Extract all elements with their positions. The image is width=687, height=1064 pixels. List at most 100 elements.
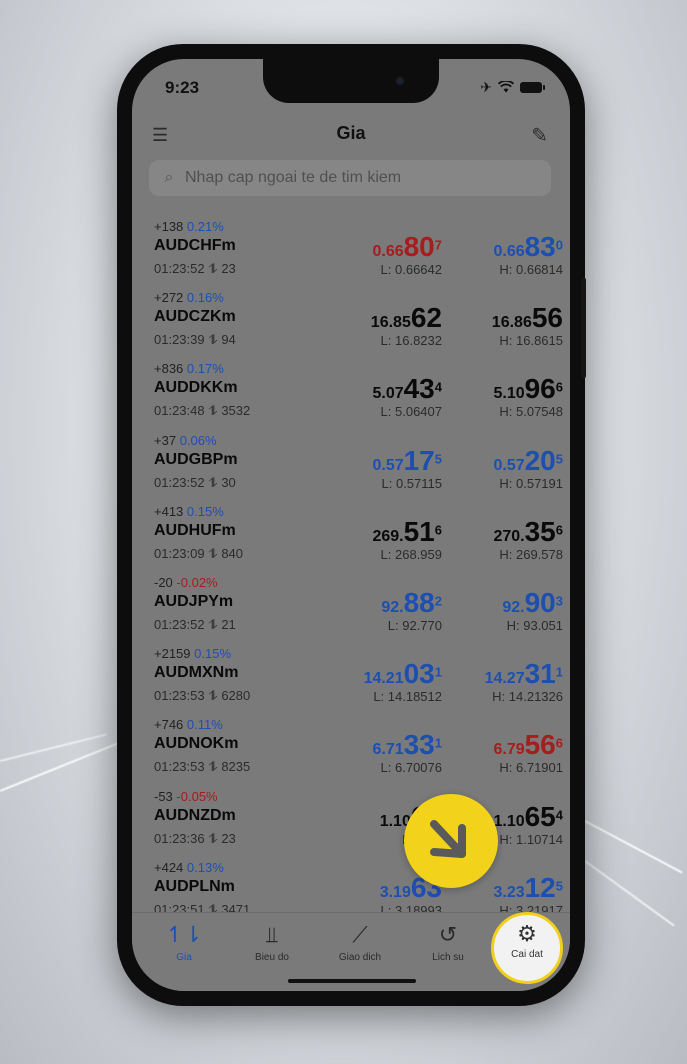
ask-price[interactable]: 92.903 <box>449 587 563 619</box>
low-price: L: 0.57115 <box>381 475 442 491</box>
bid-price[interactable]: 0.66807 <box>328 231 442 263</box>
bid-big-digits: 33 <box>403 729 435 761</box>
spread-icon: ⥮ <box>208 261 218 276</box>
bid-price[interactable]: 14.21031 <box>328 658 442 690</box>
search-bar[interactable]: ⌕ <box>149 160 551 196</box>
ask-price[interactable]: 16.8656 <box>449 302 563 334</box>
bid-pip-digit: 4 <box>434 380 442 396</box>
quote-row[interactable]: -53 -0.05% AUDNZDm 01:23:36 ⥮ 23 1.1063 … <box>132 787 570 858</box>
change-points: +138 <box>154 219 184 234</box>
quote-time: 01:23:52 <box>154 616 205 632</box>
quote-time: 01:23:39 <box>154 332 205 348</box>
low-price: L: 268.959 <box>380 546 442 562</box>
tab-settings-label: Cai dat <box>511 949 543 960</box>
tab-history[interactable]: ↺ Lich su <box>408 921 488 963</box>
ask-big-digits: 96 <box>524 373 556 405</box>
quote-row[interactable]: +37 0.06% AUDGBPm 01:23:52 ⥮ 30 0.57175 … <box>132 431 570 502</box>
ask-big-digits: 56 <box>524 729 556 761</box>
ask-price[interactable]: 270.356 <box>449 516 563 548</box>
high-price: H: 16.8615 <box>499 333 563 349</box>
time-spread: 01:23:52 ⥮ 21 <box>154 617 236 633</box>
ask-small-digits: 14.27 <box>484 670 525 688</box>
low-price: L: 3.18993 <box>380 902 442 912</box>
ask-big-digits: 12 <box>524 871 556 903</box>
low-price: L: 5.06407 <box>380 404 442 420</box>
low-price: L: 16.8232 <box>380 333 442 349</box>
quote-row[interactable]: +413 0.15% AUDHUFm 01:23:09 ⥮ 840 269.51… <box>132 502 570 573</box>
ask-pip-digit: 6 <box>555 735 563 751</box>
high-price: H: 6.71901 <box>499 760 563 776</box>
ask-small-digits: 0.57 <box>493 456 525 474</box>
change-points: +272 <box>154 290 184 306</box>
bid-price[interactable]: 92.882 <box>328 587 442 619</box>
ask-small-digits: 16.86 <box>491 314 532 332</box>
change-line: -20 -0.02% <box>154 575 218 590</box>
ask-price[interactable]: 0.66830 <box>449 231 563 263</box>
ask-small-digits: 270. <box>493 527 525 545</box>
ask-price[interactable]: 6.79566 <box>449 729 563 761</box>
quote-row[interactable]: -20 -0.02% AUDJPYm 01:23:52 ⥮ 21 92.882 … <box>132 573 570 644</box>
ask-price[interactable]: 0.57205 <box>449 445 563 477</box>
time-spread: 01:23:48 ⥮ 3532 <box>154 403 250 419</box>
bid-big-digits: 43 <box>403 373 435 405</box>
edit-pencil-icon[interactable]: ✎ <box>531 123 548 148</box>
ask-small-digits: 1.10 <box>493 812 525 830</box>
airplane-icon: ✈ <box>480 79 492 95</box>
spread-icon: ⥮ <box>208 830 218 846</box>
spread-icon: ⥮ <box>208 403 218 419</box>
ask-price[interactable]: 14.27311 <box>449 658 563 690</box>
ask-big-digits: 31 <box>524 658 556 690</box>
battery-icon <box>520 82 545 93</box>
spread-value: 8235 <box>221 759 251 775</box>
ask-big-digits: 83 <box>524 231 556 262</box>
symbol-name: AUDDKKm <box>154 379 238 397</box>
change-points: +424 <box>154 859 184 875</box>
bid-price[interactable]: 16.8562 <box>328 302 442 334</box>
bid-big-digits: 17 <box>403 444 435 476</box>
change-line: +746 0.11% <box>154 717 223 732</box>
bid-price[interactable]: 5.07434 <box>328 373 442 405</box>
bid-pip-digit: 2 <box>434 593 442 609</box>
change-points: +37 <box>154 432 177 448</box>
change-points: -53 <box>154 788 173 804</box>
symbol-name: AUDJPYm <box>154 592 234 610</box>
quote-row[interactable]: +138 0.21% AUDCHFm 01:23:52 ⥮ 23 0.66807… <box>132 217 570 288</box>
tab-settings-highlight[interactable]: ⚙ Cai dat <box>491 912 563 984</box>
bid-small-digits: 269. <box>372 527 404 545</box>
sort-arrows-icon: ↿⇂ <box>165 922 203 947</box>
ask-big-digits: 65 <box>524 800 556 832</box>
quote-row[interactable]: +2159 0.15% AUDMXNm 01:23:53 ⥮ 6280 14.2… <box>132 644 570 715</box>
change-line: +2159 0.15% <box>154 646 231 661</box>
change-line: +413 0.15% <box>154 504 224 519</box>
ask-big-digits: 20 <box>524 444 556 476</box>
quote-row[interactable]: +746 0.11% AUDNOKm 01:23:53 ⥮ 8235 6.713… <box>132 715 570 786</box>
change-line: +37 0.06% <box>154 433 217 448</box>
tab-quotes[interactable]: ↿⇂ Gia <box>144 921 224 963</box>
change-percent: 0.16% <box>186 290 224 306</box>
tab-chart[interactable]: ⫫ Bieu do <box>232 921 312 963</box>
quote-list[interactable]: +138 0.21% AUDCHFm 01:23:52 ⥮ 23 0.66807… <box>132 217 570 912</box>
spread-value: 840 <box>221 545 244 561</box>
bid-small-digits: 6.71 <box>372 741 404 759</box>
quote-row[interactable]: +424 0.13% AUDPLNm 01:23:51 ⥮ 3471 3.196… <box>132 858 570 912</box>
search-input[interactable] <box>183 168 527 188</box>
tab-trade[interactable]: ⟋ Giao dich <box>320 921 400 963</box>
time-spread: 01:23:52 ⥮ 23 <box>154 261 236 277</box>
change-percent: 0.13% <box>186 859 224 875</box>
phone-frame: 9:23 ✈ ☰ Gia ✎ ⌕ +138 0.21% AUDCHFm 01:2… <box>117 44 586 1006</box>
quote-row[interactable]: +836 0.17% AUDDKKm 01:23:48 ⥮ 3532 5.074… <box>132 359 570 430</box>
bid-price[interactable]: 0.57175 <box>328 445 442 477</box>
quote-row[interactable]: +272 0.16% AUDCZKm 01:23:39 ⥮ 94 16.8562… <box>132 288 570 359</box>
ask-price[interactable]: 5.10966 <box>449 373 563 405</box>
change-line: +424 0.13% <box>154 860 224 875</box>
bid-big-digits: 62 <box>410 302 442 334</box>
bid-price[interactable]: 6.71331 <box>328 729 442 761</box>
change-percent: 0.15% <box>186 503 224 519</box>
tab-label: Giao dich <box>338 952 382 963</box>
bid-price[interactable]: 269.516 <box>328 516 442 548</box>
spread-value: 23 <box>221 261 236 276</box>
quote-time: 01:23:53 <box>154 688 205 704</box>
line-chart-icon: ⟋ <box>352 922 368 947</box>
bid-small-digits: 5.07 <box>372 385 404 403</box>
quote-time: 01:23:51 <box>154 901 205 912</box>
